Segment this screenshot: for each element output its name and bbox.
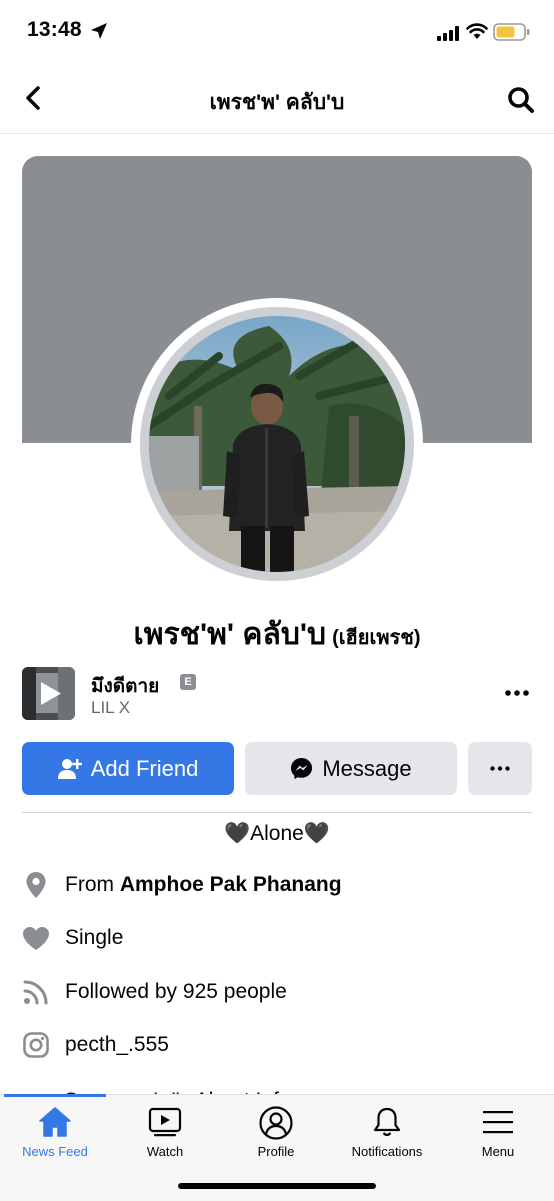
- search-button[interactable]: [505, 84, 537, 116]
- rss-followers-icon: [22, 978, 50, 1006]
- song-artwork[interactable]: [22, 667, 75, 720]
- home-indicator: [178, 1183, 376, 1189]
- location-arrow-icon: [91, 23, 107, 39]
- page-title: เพรช'พ' คลับ'บ: [209, 91, 345, 114]
- wifi-icon: [466, 23, 488, 39]
- tab-notifications[interactable]: Notifications: [332, 1106, 442, 1159]
- section-divider: [22, 812, 532, 813]
- info-followers: Followed by 925 people: [22, 972, 287, 1012]
- followers-count[interactable]: Followed by 925 people: [65, 980, 287, 1004]
- tab-label: Menu: [481, 1144, 515, 1159]
- profile-name: เพรช'พ' คลับ'บ (เฮียเพรช): [0, 611, 554, 658]
- add-friend-icon: [57, 758, 82, 779]
- nav-divider: [0, 133, 554, 134]
- message-label: Message: [322, 755, 412, 781]
- chevron-left-icon: [26, 86, 40, 110]
- tab-news-feed[interactable]: News Feed: [0, 1106, 110, 1159]
- tab-profile[interactable]: Profile: [221, 1106, 331, 1159]
- heart-icon: [22, 924, 50, 952]
- active-tab-indicator: [4, 1094, 106, 1097]
- more-dots-icon: [505, 690, 529, 696]
- tab-label: Profile: [257, 1144, 295, 1159]
- profile-bio: 🖤Alone🖤: [223, 822, 330, 845]
- relationship-status: Single: [65, 926, 124, 949]
- watch-icon: [148, 1107, 182, 1137]
- profile-more-button[interactable]: [468, 742, 532, 795]
- bell-icon: [373, 1107, 401, 1137]
- profile-icon: [259, 1106, 293, 1140]
- tab-menu[interactable]: Menu: [443, 1106, 553, 1159]
- instagram-icon: [22, 1031, 50, 1059]
- profile-name-primary: เพรช'พ' คลับ'บ: [133, 618, 327, 651]
- messenger-icon: [291, 757, 313, 780]
- info-instagram: pecth_.555: [22, 1025, 169, 1065]
- instagram-handle[interactable]: pecth_.555: [65, 1033, 169, 1057]
- tab-watch[interactable]: Watch: [110, 1106, 220, 1159]
- explicit-badge: E: [180, 674, 196, 690]
- add-friend-button[interactable]: Add Friend: [22, 742, 234, 795]
- info-hometown: From Amphoe Pak Phanang: [22, 865, 342, 905]
- battery-icon: [493, 23, 530, 41]
- play-icon: [22, 667, 75, 720]
- tab-label: Watch: [146, 1144, 184, 1159]
- info-relationship: Single: [22, 918, 123, 958]
- home-icon: [39, 1107, 71, 1137]
- cellular-signal-icon: [437, 26, 459, 41]
- message-button[interactable]: Message: [245, 742, 457, 795]
- song-artist[interactable]: LIL X: [91, 698, 130, 718]
- tab-label: News Feed: [22, 1144, 88, 1159]
- profile-photo-image: [149, 316, 405, 572]
- location-pin-icon: [22, 871, 50, 899]
- song-title[interactable]: มึงดีตาย: [91, 671, 159, 701]
- add-friend-label: Add Friend: [90, 755, 199, 781]
- menu-icon: [483, 1111, 513, 1134]
- search-icon: [508, 87, 534, 113]
- hometown-place[interactable]: Amphoe Pak Phanang: [120, 873, 342, 897]
- tab-label: Notifications: [351, 1144, 423, 1159]
- status-time: 13:48: [27, 18, 82, 41]
- profile-picture[interactable]: [149, 316, 405, 572]
- hometown-prefix: From: [65, 873, 114, 896]
- profile-alternate-name: (เฮียเพรช): [332, 627, 421, 649]
- back-button[interactable]: [18, 83, 48, 113]
- more-dots-icon: [490, 766, 510, 771]
- song-more-button[interactable]: [500, 680, 534, 706]
